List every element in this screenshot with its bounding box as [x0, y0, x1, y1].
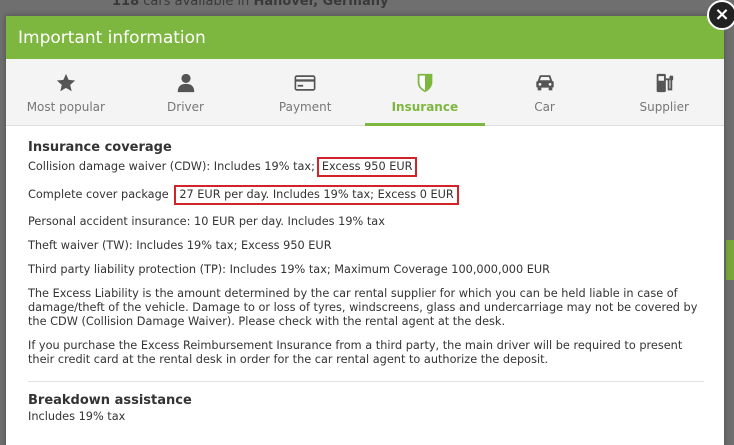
tab-label: Payment	[278, 100, 332, 114]
close-button[interactable]: ×	[707, 0, 734, 30]
info-tabs: Most popular Driver Payment Insurance Ca…	[6, 59, 724, 126]
background-availability-text: 118 cars available in Hanover, Germany	[112, 0, 388, 9]
tab-label: Driver	[167, 100, 204, 114]
tab-label: Car	[534, 100, 555, 114]
location-label: Hanover, Germany	[253, 0, 389, 9]
car-icon	[535, 75, 554, 91]
breakdown-assistance-title: Breakdown assistance	[28, 393, 192, 408]
section-divider	[28, 381, 704, 382]
excess-reimbursement-paragraph: If you purchase the Excess Reimbursement…	[28, 339, 683, 366]
star-icon	[56, 73, 75, 92]
modal-title: Important information	[18, 27, 206, 48]
shield-icon	[417, 73, 433, 93]
tab-car[interactable]: Car	[485, 59, 605, 125]
cdw-excess-highlight: Excess 950 EUR	[316, 157, 418, 177]
complete-cover-highlight: 27 EUR per day. Includes 19% tax; Excess…	[174, 185, 459, 205]
complete-cover-text: Complete cover package	[28, 188, 169, 201]
availability-label: cars available in	[139, 0, 254, 9]
personal-accident-line: Personal accident insurance: 10 EUR per …	[28, 215, 385, 228]
person-icon	[177, 73, 194, 93]
tab-payment[interactable]: Payment	[245, 59, 365, 125]
close-icon: ×	[714, 4, 730, 25]
breakdown-assistance-text: Includes 19% tax	[28, 410, 126, 423]
third-party-line: Third party liability protection (TP): I…	[28, 263, 550, 276]
tab-insurance[interactable]: Insurance	[365, 59, 485, 126]
tab-supplier[interactable]: Supplier	[604, 59, 724, 125]
insurance-coverage-title: Insurance coverage	[28, 140, 172, 155]
tab-label: Supplier	[639, 100, 689, 114]
insurance-content: Insurance coverage Collision damage waiv…	[28, 141, 708, 424]
cdw-line: Collision damage waiver (CDW): Includes …	[28, 157, 708, 177]
credit-card-icon	[294, 75, 316, 91]
modal-header: Important information	[6, 16, 724, 59]
tab-driver[interactable]: Driver	[126, 59, 246, 125]
tab-label: Most popular	[26, 100, 105, 114]
car-count: 118	[112, 0, 140, 9]
tab-most-popular[interactable]: Most popular	[6, 59, 126, 125]
background-button-edge	[726, 240, 734, 280]
cdw-text: Collision damage waiver (CDW): Includes …	[28, 160, 315, 173]
fuel-pump-icon	[656, 73, 674, 93]
excess-liability-paragraph: The Excess Liability is the amount deter…	[28, 287, 698, 328]
tab-label: Insurance	[391, 100, 459, 114]
complete-cover-line: Complete cover package 27 EUR per day. I…	[28, 185, 708, 205]
theft-waiver-line: Theft waiver (TW): Includes 19% tax; Exc…	[28, 239, 332, 252]
